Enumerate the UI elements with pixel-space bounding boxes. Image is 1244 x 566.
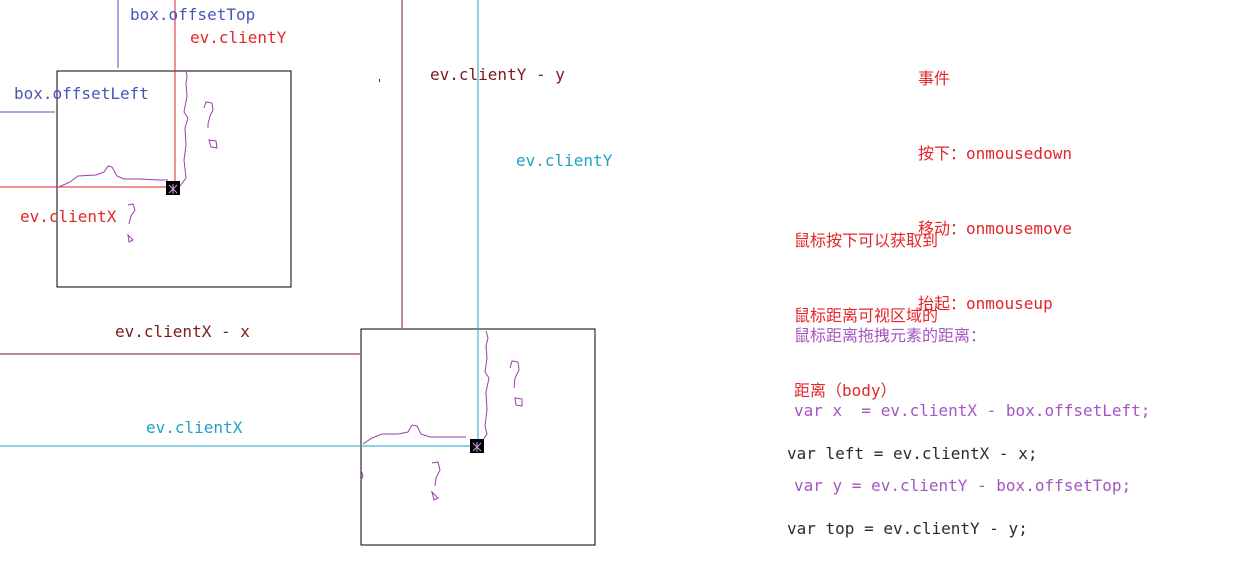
- question-mark-1b: [127, 203, 136, 225]
- question-mark-2a: [509, 360, 520, 389]
- brace-top-1: [179, 70, 189, 187]
- question-mark-2b-dot: [431, 490, 439, 501]
- result-note: var left = ev.clientX - x; var top = ev.…: [787, 391, 1037, 566]
- box-original: [56, 70, 292, 288]
- mouse-position-line-1: 鼠标按下可以获取到: [794, 231, 939, 250]
- question-mark-1a: [203, 101, 214, 128]
- stray-dot: [379, 79, 380, 82]
- label-client-y-2: ev.clientY: [516, 151, 613, 170]
- question-mark-2a-dot: [514, 397, 523, 407]
- event-mousedown: 按下：onmousedown: [918, 144, 1072, 163]
- label-client-x-2: ev.clientX: [146, 418, 243, 437]
- question-mark-1b-dot: [127, 233, 134, 243]
- label-client-x-minus-x: ev.clientX - x: [115, 322, 250, 341]
- result-left: var left = ev.clientX - x;: [787, 444, 1038, 463]
- brace-left-2: [362, 424, 466, 445]
- label-client-x-1: ev.clientX: [20, 207, 117, 226]
- drag-offset-title: 鼠标距离拖拽元素的距离：: [794, 326, 987, 345]
- label-client-y-1: ev.clientY: [190, 28, 287, 47]
- label-client-y-minus-y: ev.clientY - y: [430, 65, 565, 84]
- event-mousemove: 移动：onmousemove: [918, 219, 1072, 238]
- result-top: var top = ev.clientY - y;: [787, 519, 1028, 538]
- label-offset-top: box.offsetTop: [130, 5, 256, 24]
- cursor-icon: [470, 439, 484, 453]
- brace-left-1: [58, 165, 168, 188]
- question-mark-1a-dot: [208, 139, 218, 149]
- question-mark-2b: [431, 461, 441, 487]
- cursor-icon: [166, 181, 180, 195]
- label-offset-left: box.offsetLeft: [14, 84, 149, 103]
- events-title: 事件: [918, 69, 951, 88]
- brace-top-2: [482, 330, 490, 441]
